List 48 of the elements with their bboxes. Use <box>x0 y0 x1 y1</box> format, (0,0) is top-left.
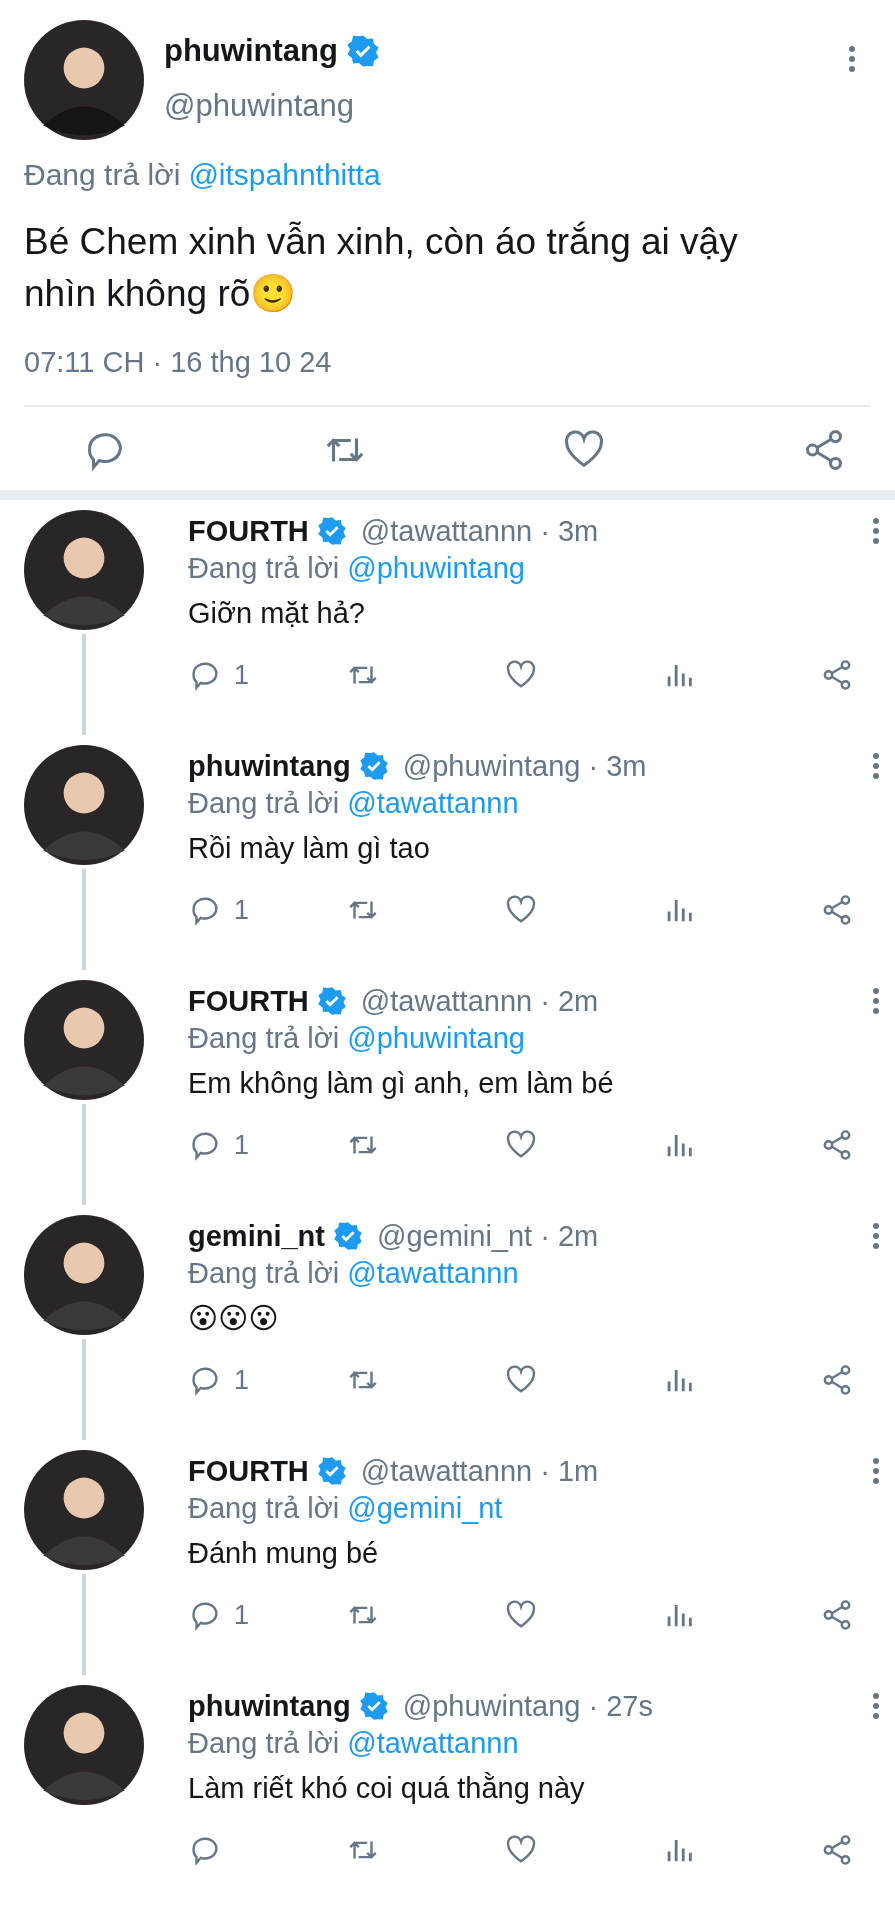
replying-to-label: Đang trả lời <box>188 1021 340 1055</box>
user-name[interactable]: FOURTH <box>188 984 309 1018</box>
more-options-icon[interactable] <box>871 1691 881 1721</box>
user-name[interactable]: gemini_nt <box>188 1219 325 1253</box>
user-name[interactable]: FOURTH <box>188 1454 309 1488</box>
reply-count: 1 <box>234 659 250 691</box>
mention-link[interactable]: @tawattannn <box>347 1256 519 1290</box>
user-handle[interactable]: @tawattannn · 3m <box>360 514 599 548</box>
tweet-text: Bé Chem xinh vẫn xinh, còn áo trắng ai vậy nhìn không rõ🙂 <box>24 220 739 316</box>
mention-link[interactable]: @phuwintang <box>347 1021 525 1055</box>
tweet-text: Làm riết khó coi quá thằng này <box>188 1771 585 1805</box>
replying-to-label: Đang trả lời <box>24 158 181 192</box>
reply-count: 1 <box>234 894 250 926</box>
reply-count: 1 <box>234 1599 250 1631</box>
tweet-timestamp: 07:11 CH · 16 thg 10 24 <box>24 346 871 407</box>
mention-link[interactable]: @itspahnthitta <box>188 158 381 192</box>
user-handle[interactable]: @phuwintang <box>164 88 847 124</box>
more-options-icon[interactable] <box>871 986 881 1016</box>
tweet-text: Em không làm gì anh, em làm bé <box>188 1066 614 1100</box>
tweet-text: Rồi mày làm gì tao <box>188 831 430 865</box>
more-options-icon[interactable] <box>871 751 881 781</box>
mention-link[interactable]: @phuwintang <box>347 551 525 585</box>
replying-to-label: Đang trả lời <box>188 1256 340 1290</box>
more-options-icon[interactable] <box>847 44 857 74</box>
mention-link[interactable]: @gemini_nt <box>347 1491 503 1525</box>
user-name[interactable]: phuwintang <box>188 1689 351 1723</box>
user-handle[interactable]: @tawattannn · 2m <box>360 984 599 1018</box>
replying-to-label: Đang trả lời <box>188 786 340 820</box>
reply-count: 1 <box>234 1129 250 1161</box>
more-options-icon[interactable] <box>871 1221 881 1251</box>
user-handle[interactable]: @tawattannn · 1m <box>360 1454 599 1488</box>
more-options-icon[interactable] <box>871 1456 881 1486</box>
replying-to-label: Đang trả lời <box>188 1491 340 1525</box>
user-handle[interactable]: @gemini_nt · 2m <box>376 1219 599 1253</box>
user-handle[interactable]: @phuwintang · 3m <box>402 749 647 783</box>
replying-to-label: Đang trả lời <box>188 551 340 585</box>
user-name[interactable]: FOURTH <box>188 514 309 548</box>
mention-link[interactable]: @tawattannn <box>347 786 519 820</box>
user-name[interactable]: phuwintang <box>188 749 351 783</box>
mention-link[interactable]: @tawattannn <box>347 1726 519 1760</box>
user-name[interactable]: phuwintang <box>164 33 338 69</box>
tweet-text: 😮😮😮 <box>188 1301 279 1335</box>
user-handle[interactable]: @phuwintang · 27s <box>402 1689 653 1723</box>
tweet-text: Giỡn mặt hả? <box>188 596 365 630</box>
tweet-text: Đánh mung bé <box>188 1536 379 1570</box>
more-options-icon[interactable] <box>871 516 881 546</box>
replying-to-label: Đang trả lời <box>188 1726 340 1760</box>
reply-count: 1 <box>234 1364 250 1396</box>
